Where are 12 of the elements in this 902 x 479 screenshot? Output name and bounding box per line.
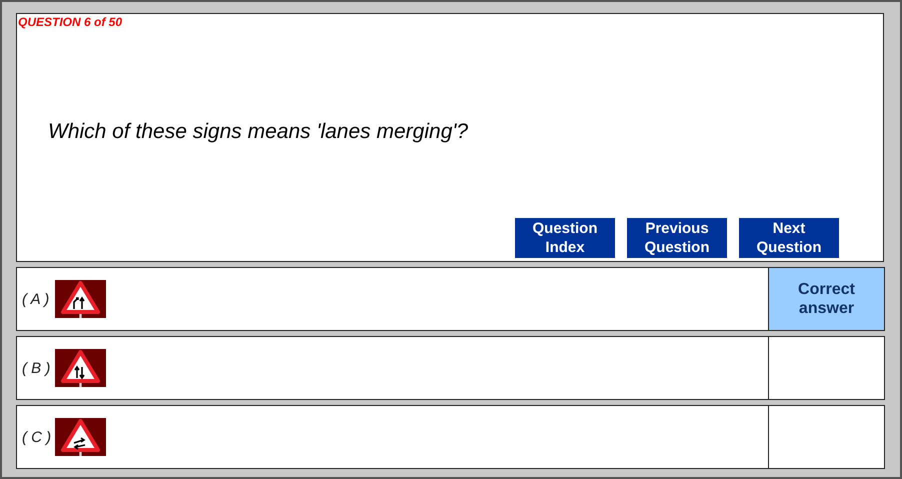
question-text: Which of these signs means 'lanes merging'? [48, 120, 468, 144]
answer-feedback: Correct answer [768, 268, 884, 330]
answer-option[interactable]: ( A ) Correct answer [16, 267, 885, 331]
option-label: ( C ) [22, 428, 52, 446]
nav-button[interactable]: Next Question [739, 218, 839, 258]
question-counter: QUESTION 6 of 50 [17, 14, 122, 29]
answer-option[interactable]: ( C ) [16, 405, 885, 469]
nav-button[interactable]: Question Index [515, 218, 615, 258]
answer-option[interactable]: ( B ) [16, 336, 885, 400]
option-label: ( B ) [22, 360, 52, 376]
nav-button[interactable]: Previous Question [627, 218, 727, 258]
option-label: ( A ) [22, 290, 50, 308]
